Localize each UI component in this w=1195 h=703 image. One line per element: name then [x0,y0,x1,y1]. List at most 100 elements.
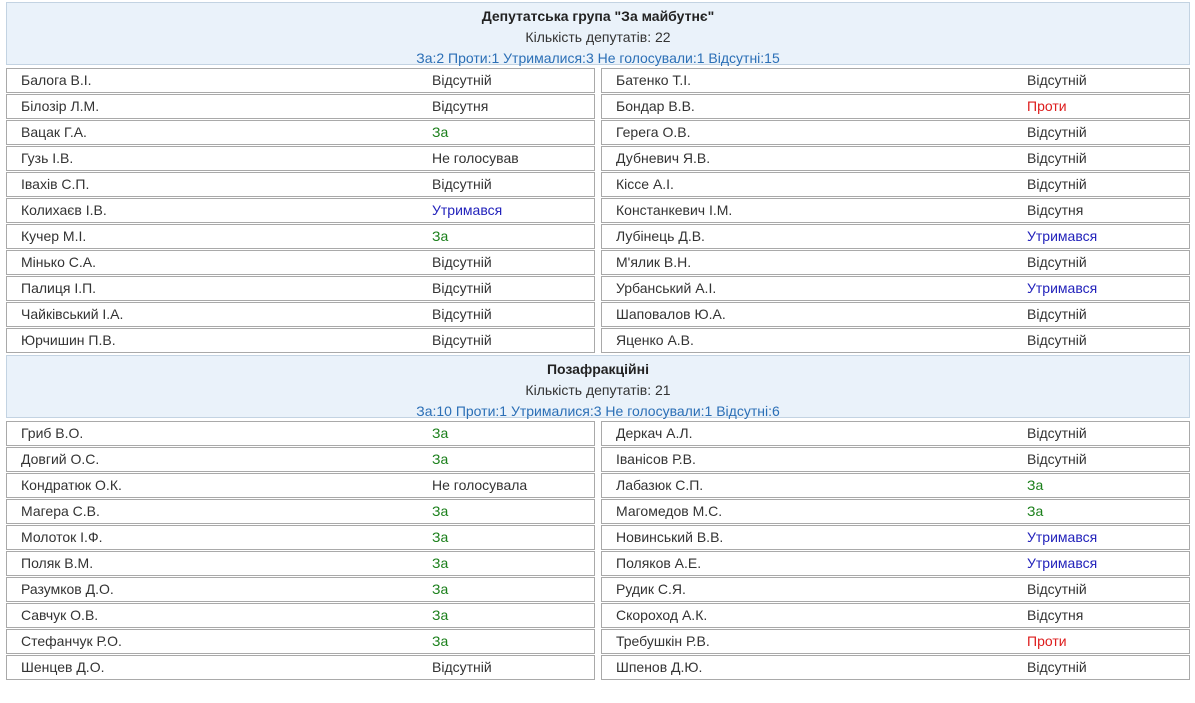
deputy-name: Дубневич Я.В. [616,150,711,166]
vote-result: Відсутній [1027,176,1087,192]
vote-result: Утримався [1027,228,1098,244]
deputy-name: Кучер М.І. [21,228,87,244]
vote-result: Проти [1027,98,1067,114]
deputy-row: Лабазюк С.П. За [601,473,1190,498]
deputy-row: Кучер М.І. За [6,224,595,249]
deputy-row: Довгий О.С. За [6,447,595,472]
deputy-row: Шенцев Д.О. Відсутній [6,655,595,680]
vote-result: За [1027,503,1044,519]
vote-result: За [432,529,449,545]
vote-result: Відсутня [1027,202,1084,218]
vote-result: За [432,555,449,571]
vote-result: Відсутній [432,72,492,88]
vote-result: Відсутній [1027,124,1087,140]
deputy-name: Яценко А.В. [616,332,694,348]
vote-result: Відсутня [1027,607,1084,623]
deputy-name: Вацак Г.А. [21,124,87,140]
deputy-name: Юрчишин П.В. [21,332,116,348]
deputy-name: Гриб В.О. [21,425,84,441]
group-header: Позафракційні Кількість депутатів: 21 За… [6,355,1190,419]
deputy-row: Балога В.І. Відсутній [6,68,595,93]
deputy-name: Герега О.В. [616,124,691,140]
deputy-name: Шпенов Д.Ю. [616,659,703,675]
deputy-row: Поляк В.М. За [6,551,595,576]
deputy-row: Юрчишин П.В. Відсутній [6,328,595,353]
deputy-name: Требушкін Р.В. [616,633,710,649]
group-title: Позафракційні [546,361,650,377]
vote-result: Відсутній [1027,659,1087,675]
deputy-name: Молоток І.Ф. [21,529,103,545]
deputy-name: Довгий О.С. [21,451,100,467]
vote-result: Утримався [432,202,503,218]
deputy-name: Гузь І.В. [21,150,74,166]
deputy-row: Магера С.В. За [6,499,595,524]
vote-result: Відсутній [1027,72,1087,88]
deputy-row: Разумков Д.О. За [6,577,595,602]
vote-result: Утримався [1027,529,1098,545]
group-vote-stats: За:2 Проти:1 Утрималися:3 Не голосували:… [416,50,780,66]
deputy-list: Балога В.І. Відсутній Батенко Т.І. Відсутні… [6,68,1190,353]
vote-result: Відсутній [432,332,492,348]
vote-result: Відсутній [1027,451,1087,467]
vote-result: Утримався [1027,555,1098,571]
deputy-row: Деркач А.Л. Відсутній [601,421,1190,446]
deputy-name: Білозір Л.М. [21,98,100,114]
deputy-row: Рудик С.Я. Відсутній [601,577,1190,602]
group-title: Депутатська група "За майбутнє" [481,8,715,24]
deputy-name: Палиця І.П. [21,280,97,296]
group-member-count: Кількість депутатів: 22 [525,29,671,45]
deputy-row: Дубневич Я.В. Відсутній [601,146,1190,171]
deputy-name: Стефанчук Р.О. [21,633,122,649]
deputy-name: Поляков А.Е. [616,555,702,571]
deputy-row: Бондар В.В. Проти [601,94,1190,119]
faction-group: Позафракційні Кількість депутатів: 21 За… [0,355,1195,680]
deputy-row: Скороход А.К. Відсутня [601,603,1190,628]
group-vote-stats: За:10 Проти:1 Утрималися:3 Не голосували… [416,403,780,419]
deputy-row: Палиця І.П. Відсутній [6,276,595,301]
deputy-row: Молоток І.Ф. За [6,525,595,550]
vote-result: Відсутній [432,280,492,296]
vote-result: Відсутній [1027,581,1087,597]
deputy-row: Яценко А.В. Відсутній [601,328,1190,353]
deputy-name: Чайківський І.А. [21,306,124,322]
faction-group: Депутатська група "За майбутнє" Кількіст… [0,2,1195,353]
deputy-name: Скороход А.К. [616,607,708,623]
vote-result: Відсутній [432,659,492,675]
deputy-row: Герега О.В. Відсутній [601,120,1190,145]
vote-result: Відсутня [432,98,489,114]
deputy-name: Кондратюк О.К. [21,477,122,493]
deputy-name: Колихаєв І.В. [21,202,107,218]
deputy-name: Мінько С.А. [21,254,96,270]
deputy-row: Требушкін Р.В. Проти [601,629,1190,654]
deputy-row: Чайківський І.А. Відсутній [6,302,595,327]
vote-results-page: Депутатська група "За майбутнє" Кількіст… [0,0,1195,703]
deputy-name: Магера С.В. [21,503,100,519]
deputy-name: Шаповалов Ю.А. [616,306,726,322]
deputy-row: Батенко Т.І. Відсутній [601,68,1190,93]
deputy-name: Разумков Д.О. [21,581,114,597]
deputy-row: Гриб В.О. За [6,421,595,446]
deputy-name: Магомедов М.С. [616,503,723,519]
vote-result: Відсутній [432,306,492,322]
deputy-row: Лубінець Д.В. Утримався [601,224,1190,249]
vote-result: Відсутній [1027,306,1087,322]
vote-result: Відсутній [432,254,492,270]
vote-result: Відсутній [1027,254,1087,270]
deputy-name: Кіссе А.І. [616,176,674,192]
deputy-list: Гриб В.О. За Деркач А.Л. Відсутній Довгий О.… [6,421,1190,680]
vote-result: За [432,633,449,649]
deputy-row: Гузь І.В. Не голосував [6,146,595,171]
deputy-row: М'ялик В.Н. Відсутній [601,250,1190,275]
deputy-row: Поляков А.Е. Утримався [601,551,1190,576]
deputy-row: Шпенов Д.Ю. Відсутній [601,655,1190,680]
deputy-row: Іванісов Р.В. Відсутній [601,447,1190,472]
deputy-row: Мінько С.А. Відсутній [6,250,595,275]
deputy-name: Іванісов Р.В. [616,451,696,467]
deputy-row: Савчук О.В. За [6,603,595,628]
deputy-name: Лубінець Д.В. [616,228,705,244]
deputy-row: Івахів С.П. Відсутній [6,172,595,197]
vote-result: За [1027,477,1044,493]
deputy-name: Шенцев Д.О. [21,659,105,675]
group-member-count: Кількість депутатів: 21 [525,382,671,398]
deputy-name: Новинський В.В. [616,529,724,545]
